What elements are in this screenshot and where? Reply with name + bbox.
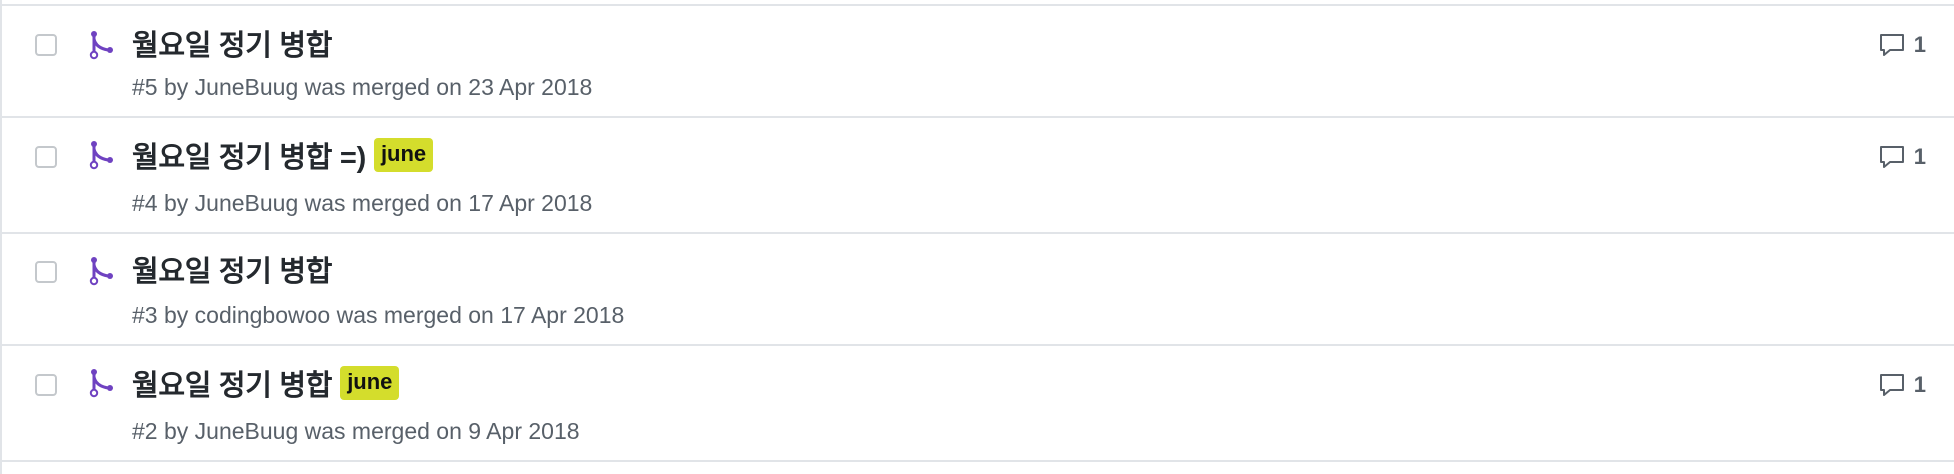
pr-select-checkbox[interactable] (35, 146, 57, 168)
pr-meta: #3 by codingbowoo was merged on 17 Apr 2… (132, 302, 625, 328)
pr-comment-count: 1 (1913, 372, 1926, 397)
comment-icon (1879, 374, 1904, 396)
label-june[interactable]: june (340, 366, 400, 400)
pr-title-link[interactable]: 월요일 정기 병합 (132, 22, 332, 64)
pr-comments-link[interactable]: 1 (1878, 32, 1926, 58)
pr-select-checkbox[interactable] (35, 374, 57, 396)
pr-comments-link[interactable]: 1 (1878, 144, 1926, 170)
pr-row-4[interactable]: 월요일 정기 병합 =) june #4 by JuneBuug was mer… (2, 118, 1954, 234)
comment-icon (1879, 146, 1904, 168)
pr-title-link[interactable]: 월요일 정기 병합 (132, 362, 332, 404)
label-june[interactable]: june (373, 138, 434, 172)
pr-title-line: 월요일 정기 병합 (132, 22, 332, 64)
pr-title-link[interactable]: 월요일 정기 병합 =) (132, 134, 366, 176)
git-merge-icon (89, 369, 113, 398)
git-merge-icon (89, 31, 113, 60)
pr-row-3[interactable]: 월요일 정기 병합 #3 by codingbowoo was merged o… (2, 234, 1954, 346)
pr-row-2[interactable]: 월요일 정기 병합 june #2 by JuneBuug was merged… (2, 346, 1954, 462)
pr-select-checkbox[interactable] (35, 261, 57, 283)
pr-comments-link[interactable]: 1 (1878, 372, 1926, 398)
pr-meta: #2 by JuneBuug was merged on 9 Apr 2018 (132, 418, 580, 444)
git-merge-icon (89, 257, 113, 286)
pr-comment-count: 1 (1913, 32, 1926, 57)
pr-title-link[interactable]: 월요일 정기 병합 (132, 248, 332, 290)
pr-title-line: 월요일 정기 병합 (132, 248, 332, 290)
pr-title-line: 월요일 정기 병합 june (132, 362, 400, 404)
pull-request-list: 월요일 정기 병합 #5 by JuneBuug was merged on 2… (0, 0, 1954, 474)
pr-comment-count: 1 (1913, 144, 1926, 169)
pr-title-line: 월요일 정기 병합 =) june (132, 134, 434, 176)
pr-meta: #5 by JuneBuug was merged on 23 Apr 2018 (132, 74, 593, 100)
git-merge-icon (89, 141, 113, 170)
pr-select-checkbox[interactable] (35, 34, 57, 56)
pr-meta: #4 by JuneBuug was merged on 17 Apr 2018 (132, 190, 593, 216)
comment-icon (1879, 34, 1904, 56)
pr-row-5[interactable]: 월요일 정기 병합 #5 by JuneBuug was merged on 2… (2, 6, 1954, 118)
